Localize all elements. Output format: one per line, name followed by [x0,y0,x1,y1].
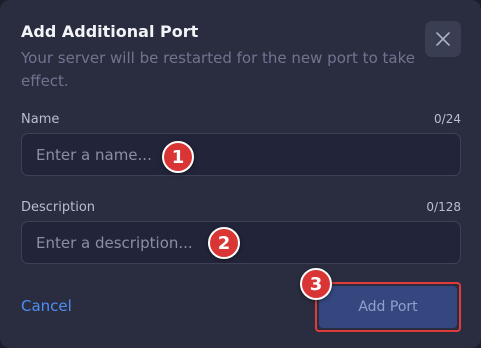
name-input[interactable] [21,133,461,176]
description-char-counter: 0/128 [426,200,461,214]
dialog-title: Add Additional Port [21,22,199,41]
add-port-highlight: Add Port [315,282,461,332]
close-icon [436,32,450,46]
add-port-button[interactable]: Add Port [319,286,457,328]
annotation-badge-3: 3 [300,268,332,300]
description-input[interactable] [21,221,461,264]
dialog-subtitle: Your server will be restarted for the ne… [21,49,415,90]
description-label: Description [21,200,96,215]
name-char-counter: 0/24 [434,112,461,126]
add-port-dialog: Add Additional Port Your server will be … [0,0,481,348]
annotation-badge-1: 1 [162,141,194,173]
close-button[interactable] [425,21,461,57]
name-label: Name [21,112,60,127]
annotation-badge-2: 2 [208,227,240,259]
cancel-button[interactable]: Cancel [21,297,72,315]
